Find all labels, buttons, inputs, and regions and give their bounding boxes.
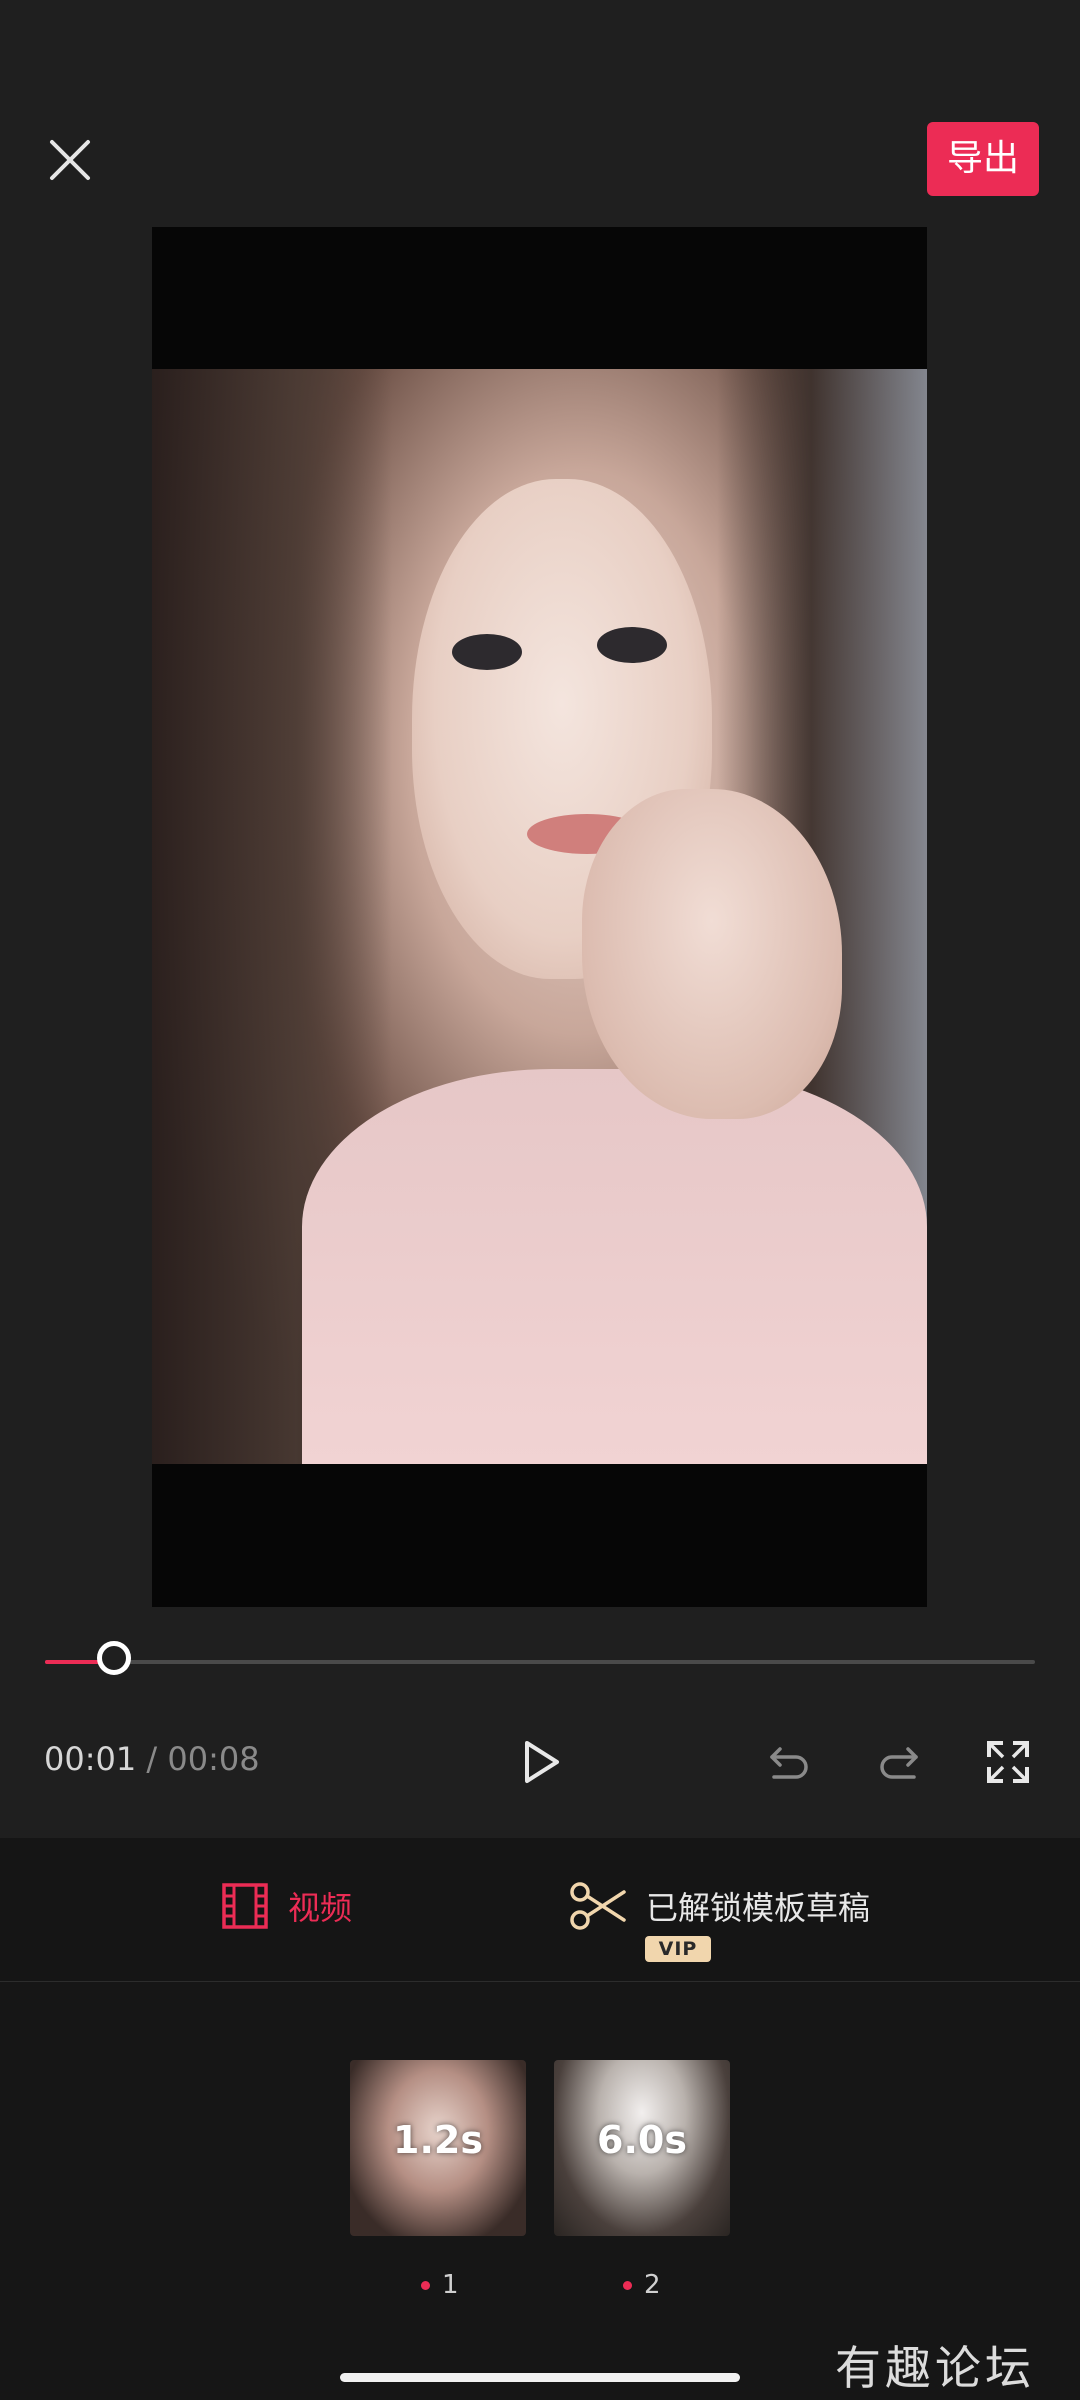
close-button[interactable] [40, 130, 100, 190]
fullscreen-icon [987, 1741, 1029, 1783]
tab-template-label: 已解锁模板草稿 [646, 1889, 871, 1927]
watermark: 有趣论坛 [835, 2341, 1035, 2395]
clip-index-number: 1 [442, 2270, 459, 2300]
redo-icon [880, 1747, 918, 1779]
close-icon [50, 140, 90, 180]
current-time: 00:01 [44, 1740, 137, 1778]
play-icon [525, 1741, 559, 1783]
undo-icon [770, 1747, 808, 1779]
undo-button[interactable] [762, 1735, 816, 1789]
export-button[interactable]: 导出 [927, 122, 1039, 196]
index-dot [421, 2280, 430, 2290]
time-readout: 00:01 / 00:08 [44, 1740, 260, 1778]
fullscreen-button[interactable] [981, 1735, 1035, 1789]
video-preview[interactable] [152, 227, 927, 1607]
tab-template-draft[interactable]: 已解锁模板草稿 [568, 1878, 870, 1934]
clip-duration: 1.2s [393, 2118, 483, 2162]
tab-video-label: 视频 [288, 1889, 353, 1927]
preview-photo [152, 369, 927, 1464]
progress-thumb[interactable] [97, 1641, 132, 1675]
progress-track[interactable] [45, 1660, 1035, 1664]
vip-badge: VIP [645, 1936, 711, 1962]
clip-duration: 6.0s [597, 2118, 687, 2162]
clip-index-number: 2 [644, 2270, 661, 2300]
redo-button[interactable] [872, 1735, 926, 1789]
clip-index: 2 [623, 2270, 661, 2300]
tab-video[interactable]: 视频 [220, 1881, 352, 1931]
clip-thumbnail[interactable]: 6.0s [554, 2060, 730, 2236]
clip-index: 1 [421, 2270, 459, 2300]
scissors-icon [570, 1882, 626, 1930]
home-indicator[interactable] [340, 2373, 740, 2382]
total-time: 00:08 [167, 1740, 260, 1778]
film-icon [222, 1883, 268, 1929]
play-button[interactable] [513, 1735, 567, 1789]
edit-tabs-bar: 视频 已解锁模板草稿 VIP [0, 1838, 1080, 1982]
time-separator: / [146, 1740, 158, 1778]
clip-thumbnail[interactable]: 1.2s [350, 2060, 526, 2236]
index-dot [623, 2280, 632, 2290]
